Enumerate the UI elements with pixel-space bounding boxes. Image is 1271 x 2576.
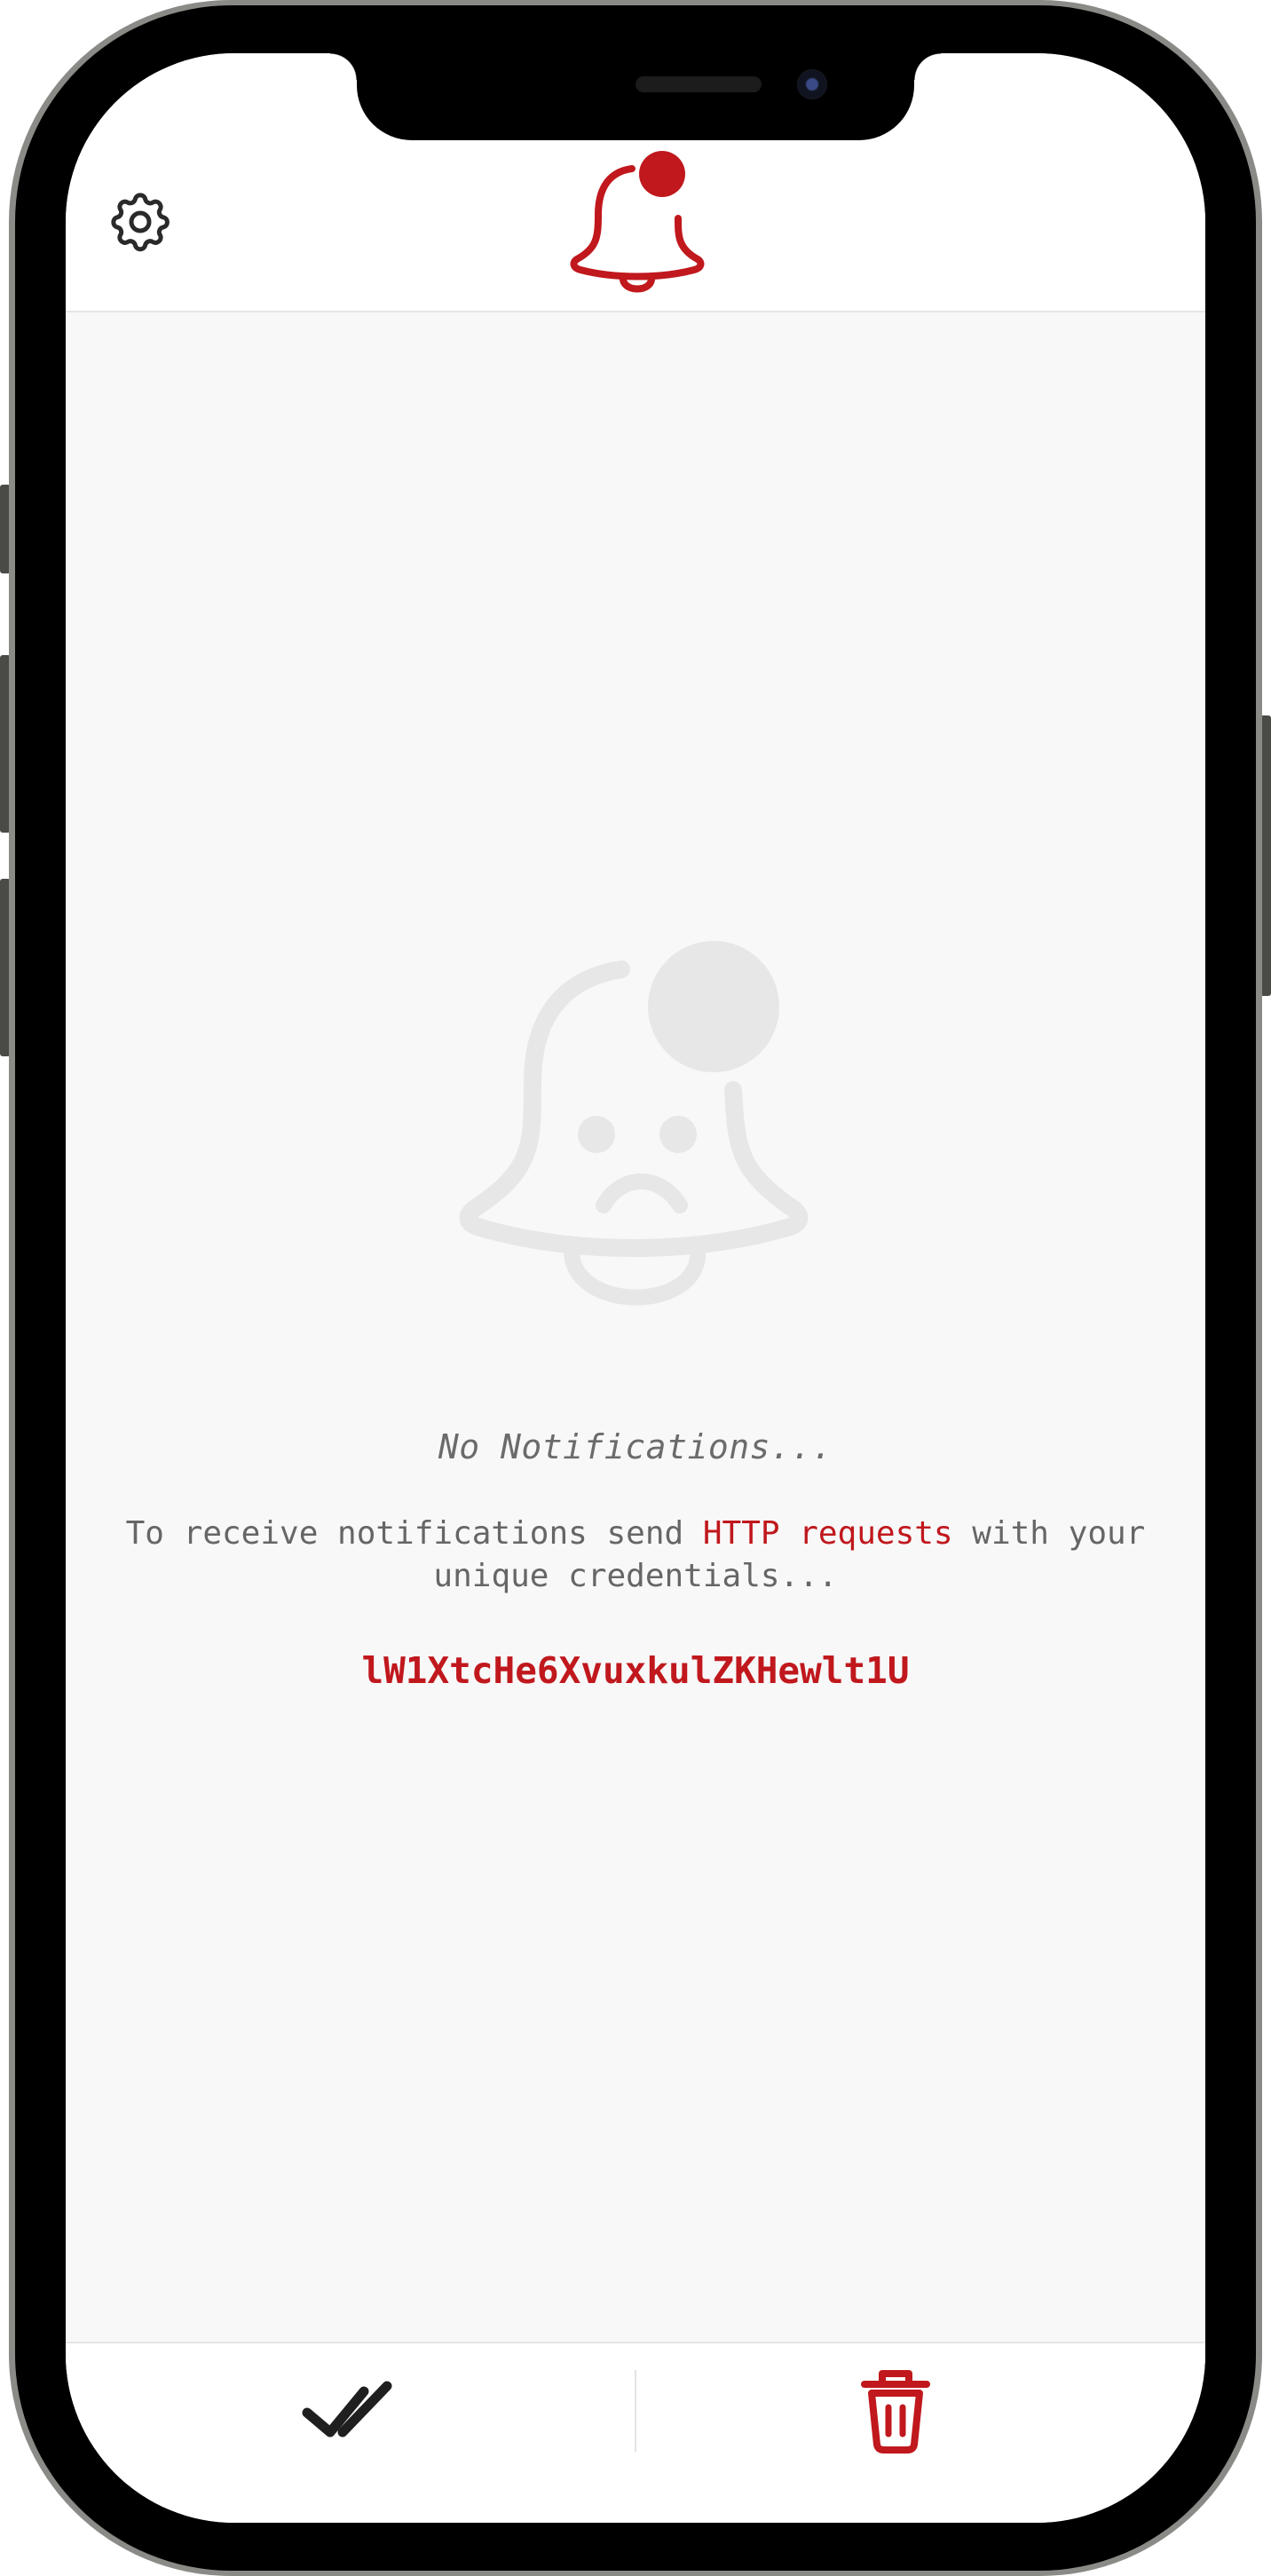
empty-state-instructions: To receive notifications send HTTP reque… [101, 1513, 1170, 1598]
bell-with-badge-icon [568, 151, 707, 293]
bottom-toolbar [66, 2342, 1205, 2523]
front-camera [797, 69, 827, 99]
mark-all-read-button[interactable] [288, 2361, 412, 2459]
instructions-text-start: To receive notifications send [125, 1515, 703, 1552]
delete-all-button[interactable] [847, 2361, 944, 2459]
toolbar-divider [635, 2370, 636, 2452]
trash-icon [861, 2370, 930, 2454]
credential-token[interactable]: lW1XtcHe6XvuxkulZKHewlt1U [66, 1649, 1205, 1692]
double-check-icon [302, 2381, 392, 2438]
empty-state-title: No Notifications... [438, 1427, 833, 1466]
earpiece-speaker [636, 76, 762, 92]
settings-button[interactable] [105, 186, 176, 257]
device-notch [330, 53, 941, 140]
app-screen: No Notifications... To receive notificat… [66, 53, 1205, 2523]
gear-icon [111, 193, 170, 252]
http-requests-link[interactable]: HTTP requests [703, 1515, 953, 1552]
sad-bell-icon [447, 941, 820, 1349]
phone-device: No Notifications... To receive notificat… [0, 0, 1271, 2576]
